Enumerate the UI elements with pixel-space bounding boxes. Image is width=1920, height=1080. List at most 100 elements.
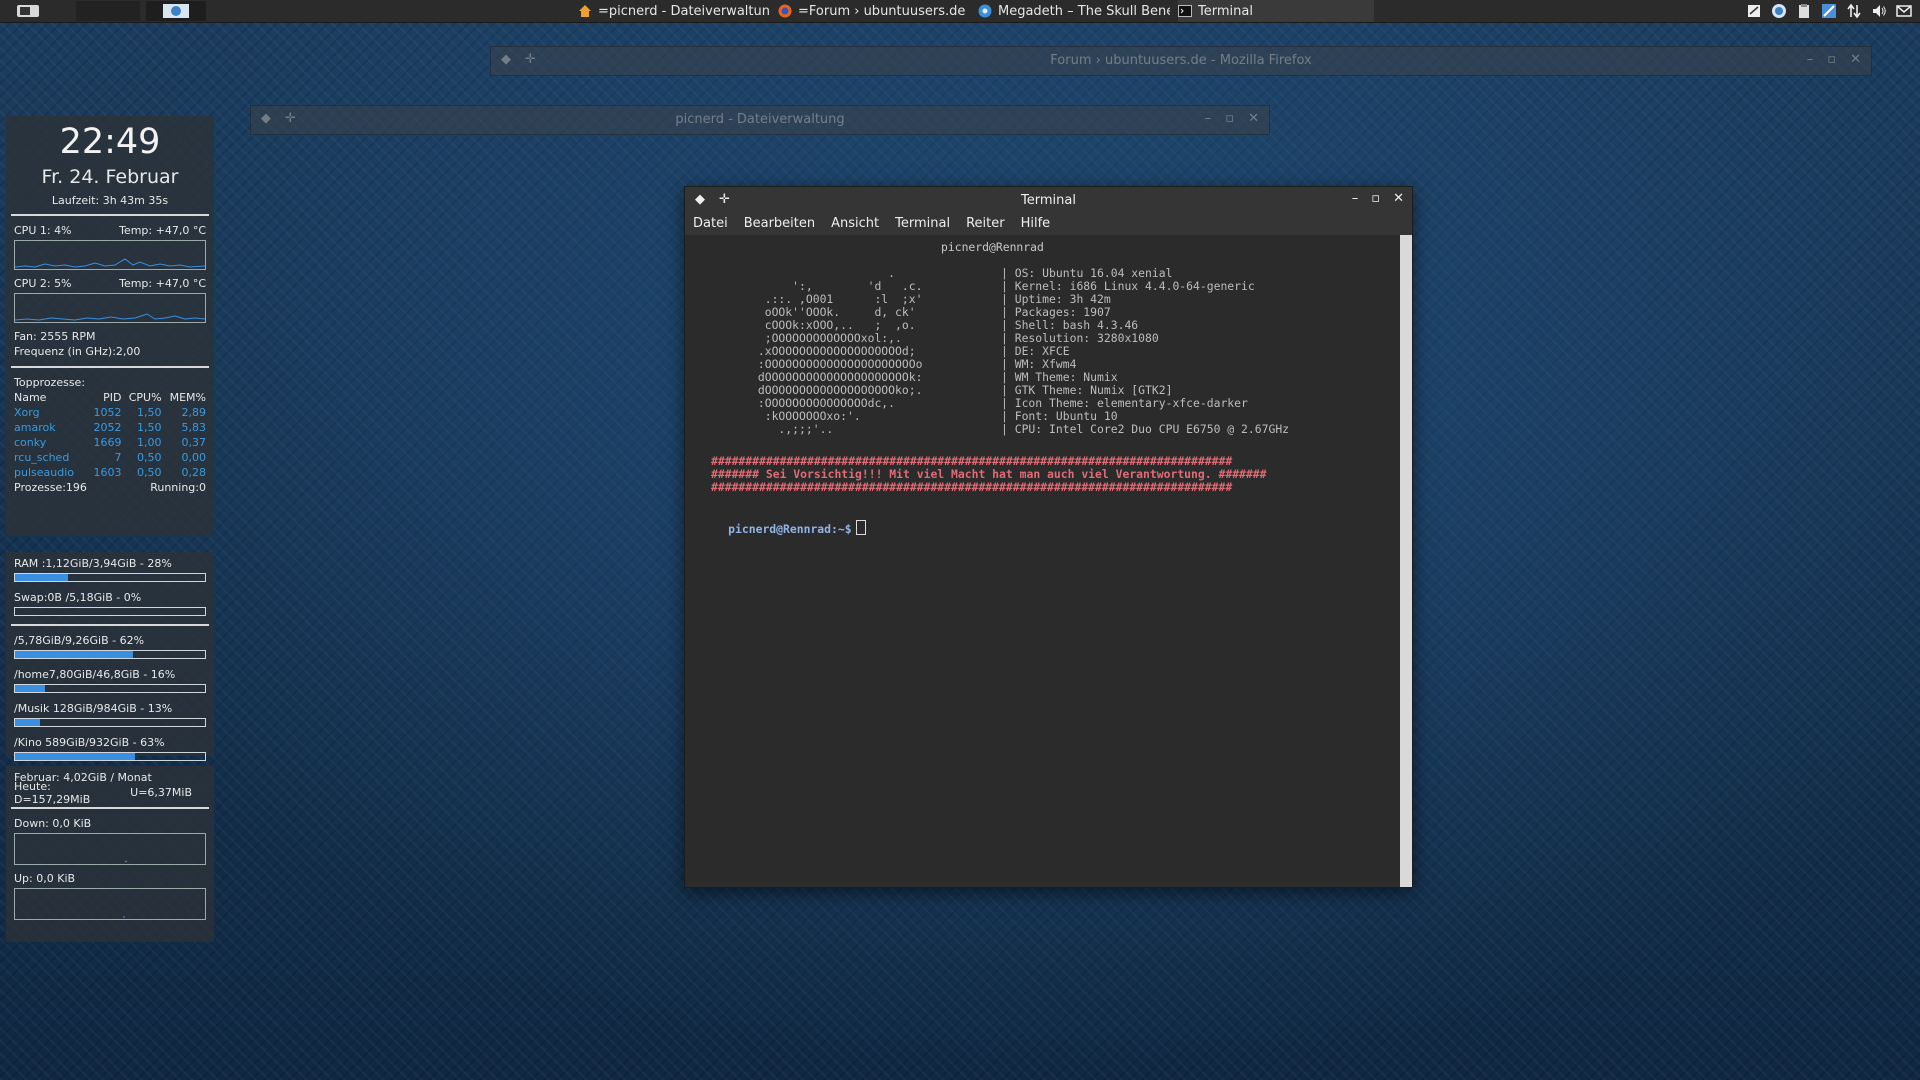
terminal-scrollbar[interactable] <box>1400 235 1412 887</box>
minimize-icon[interactable]: – <box>1352 191 1359 206</box>
system-tray <box>1746 2 1912 20</box>
firefox-window-titlebar[interactable]: ◆ ✛ Forum › ubuntuusers.de - Mozilla Fire… <box>490 46 1872 76</box>
info-value: DE: XFCE <box>1014 344 1070 358</box>
separator: | <box>1001 305 1015 319</box>
swap-bar <box>14 607 206 616</box>
close-icon[interactable]: ✕ <box>1393 191 1404 206</box>
divider <box>11 366 209 368</box>
info-value: CPU: Intel Core2 Duo CPU E6750 @ 2.67GHz <box>1014 422 1290 436</box>
column-header: CPU% <box>128 391 162 404</box>
column-header: Name <box>14 391 47 404</box>
net-today-up: U=6,37MiB <box>130 786 192 799</box>
info-value: Kernel: i686 Linux 4.4.0-64-generic <box>1014 279 1255 293</box>
task-label: Megadeth – The Skull Bene... <box>998 3 1170 19</box>
menu-ansicht[interactable]: Ansicht <box>831 213 887 235</box>
process-count: Prozesse:196 <box>14 481 87 494</box>
top-processes-header: Topprozesse: <box>14 376 86 389</box>
system-info-line: | CPU: Intel Core2 Duo CPU E6750 @ 2.67G… <box>1001 423 1289 436</box>
terminal-window[interactable]: ◆ ✛ Terminal – ▫ ✕ Datei Bearbeiten Ansicht… <box>684 186 1413 888</box>
clipboard-icon[interactable] <box>1796 3 1812 19</box>
taskbar: =picnerd - Dateiverwaltung= =Forum › ubu… <box>0 0 1920 23</box>
menu-bearbeiten[interactable]: Bearbeiten <box>744 213 823 235</box>
cpu1-usage: CPU 1: 4% <box>14 224 72 237</box>
file-manager-window-titlebar[interactable]: ◆ ✛ picnerd - Dateiverwaltung – ▫ ✕ <box>250 105 1270 135</box>
disk-home-bar <box>14 684 206 693</box>
whisker-menu-button[interactable] <box>12 1 44 21</box>
home-folder-icon <box>578 4 592 18</box>
info-value: Uptime: 3h 42m <box>1014 292 1111 306</box>
task-firefox[interactable]: =Forum › ubuntuusers.de - ... <box>778 0 970 22</box>
conky-system-panel: 22:49 Fr. 24. Februar Laufzeit: 3h 43m 3… <box>6 116 214 536</box>
task-terminal[interactable]: Terminal <box>1178 0 1374 22</box>
clock: 22:49 <box>59 122 161 162</box>
process-row: Xorg 1052 1,50 2,89 <box>14 406 206 419</box>
task-music-player[interactable]: Megadeth – The Skull Bene... <box>978 0 1170 22</box>
disk-root-label: /5,78GiB/9,26GiB - 62% <box>14 634 145 647</box>
volume-icon[interactable] <box>1871 3 1887 19</box>
task-label: =Forum › ubuntuusers.de - ... <box>798 3 970 19</box>
workspace-2[interactable] <box>146 1 206 21</box>
screenfetch-header: picnerd@Rennrad <box>941 240 1044 254</box>
info-value: Shell: bash 4.3.46 <box>1014 318 1139 332</box>
network-icon[interactable] <box>1821 3 1837 19</box>
separator: | <box>1001 422 1015 436</box>
window-title: picnerd - Dateiverwaltung <box>675 112 845 127</box>
conky-storage-panel: RAM :1,12GiB/3,94GiB - 28% Swap:0B /5,18… <box>6 552 214 761</box>
menu-terminal[interactable]: Terminal <box>895 213 958 235</box>
cpu1-graph <box>14 240 206 270</box>
divider <box>11 807 209 809</box>
update-icon[interactable] <box>1771 3 1787 19</box>
music-player-icon <box>978 4 992 18</box>
hash-line-bottom: ########################################… <box>711 480 1233 494</box>
menu-hilfe[interactable]: Hilfe <box>1021 213 1059 235</box>
process-row: conky 1669 1,00 0,37 <box>14 436 206 449</box>
maximize-icon[interactable]: ▫ <box>1371 191 1380 206</box>
minimize-icon[interactable]: – <box>1807 52 1814 67</box>
app-menu-icon <box>17 5 39 17</box>
close-icon[interactable]: ✕ <box>1248 111 1259 126</box>
separator: | <box>1001 292 1015 306</box>
process-table: Name PID CPU% MEM% Xorg 1052 1,50 2,89 amarok 2… <box>14 390 206 480</box>
disk-music-label: /Musik 128GiB/984GiB - 13% <box>14 702 173 715</box>
notes-icon[interactable] <box>1746 3 1762 19</box>
fan-speed: Fan: 2555 RPM <box>14 330 96 343</box>
swap-label: Swap:0B /5,18GiB - 0% <box>14 591 142 604</box>
disk-kino-label: /Kino 589GiB/932GiB - 63% <box>14 736 165 749</box>
maximize-icon[interactable]: ▫ <box>1225 111 1234 126</box>
info-value: WM: Xfwm4 <box>1014 357 1077 371</box>
task-file-manager[interactable]: =picnerd - Dateiverwaltung= <box>578 0 770 22</box>
minimize-icon[interactable]: – <box>1205 111 1212 126</box>
terminal-output[interactable]: picnerd@Rennrad . ':, 'd .c. .::. ,O001 … <box>685 235 1400 887</box>
prompt-line[interactable]: picnerd@Rennrad:~$ <box>687 507 866 549</box>
download-rate: Down: 0,0 KiB <box>14 817 92 830</box>
separator: | <box>1001 383 1015 397</box>
disk-kino-bar <box>14 752 206 761</box>
workspace-1[interactable] <box>76 1 140 21</box>
ram-label: RAM :1,12GiB/3,94GiB - 28% <box>14 557 172 570</box>
menu-reiter[interactable]: Reiter <box>966 213 1013 235</box>
terminal-icon <box>1178 4 1192 18</box>
window-title: Terminal <box>1021 193 1076 208</box>
upload-graph <box>14 888 206 920</box>
close-icon[interactable]: ✕ <box>1850 52 1861 67</box>
column-header: MEM% <box>169 391 206 404</box>
text-cursor <box>855 520 866 535</box>
info-value: Font: Ubuntu 10 <box>1014 409 1118 423</box>
terminal-titlebar[interactable]: ◆ ✛ Terminal – ▫ ✕ <box>685 187 1412 213</box>
process-row: amarok 2052 1,50 5,83 <box>14 421 206 434</box>
ascii-logo-line: .,;;;'.. <box>751 422 834 436</box>
info-value: Icon Theme: elementary-xfce-darker <box>1014 396 1248 410</box>
sync-arrows-icon[interactable] <box>1846 3 1862 19</box>
separator: | <box>1001 409 1015 423</box>
conky-network-panel: Februar: 4,02GiB / Monat Heute: D=157,29… <box>6 766 214 942</box>
info-value: GTK Theme: Numix [GTK2] <box>1014 383 1173 397</box>
divider <box>11 624 209 626</box>
uptime: Laufzeit: 3h 43m 35s <box>51 194 169 207</box>
cpu2-usage: CPU 2: 5% <box>14 277 72 290</box>
maximize-icon[interactable]: ▫ <box>1827 52 1836 67</box>
running-count: Running:0 <box>150 481 206 494</box>
mail-icon[interactable] <box>1896 3 1912 19</box>
info-value: Packages: 1907 <box>1014 305 1111 319</box>
firefox-icon <box>778 4 792 18</box>
menu-datei[interactable]: Datei <box>693 213 736 235</box>
